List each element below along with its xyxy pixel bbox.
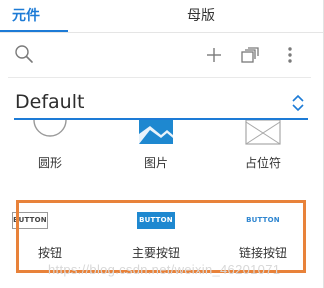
widget-label: 圆形 [37, 156, 62, 170]
search-icon[interactable] [14, 44, 36, 66]
circle-icon [0, 120, 100, 152]
widget-label: 图片 [143, 156, 168, 170]
widget-label: 占位符 [244, 156, 281, 170]
widget-circle[interactable]: 圆形 [0, 120, 100, 176]
panel-tabs: 元件 母版 [0, 0, 323, 33]
pages-icon[interactable] [239, 44, 261, 66]
library-select[interactable]: Default [14, 86, 308, 120]
chevron-up-down-icon [291, 93, 305, 113]
tab-elements[interactable]: 元件 [12, 7, 40, 25]
library-selected-value: Default [15, 91, 85, 113]
widget-placeholder[interactable]: 占位符 [213, 120, 313, 176]
toolbar-divider [8, 77, 311, 78]
widget-library-panel: 元件 母版 Default 圆形 图片 占位符 BUTTON BUTTON BU… [0, 0, 324, 288]
image-icon [106, 120, 206, 152]
placeholder-icon [213, 120, 313, 152]
watermark: https://blog.csdn.net/weixin_46201071 [48, 262, 281, 277]
library-toolbar [0, 33, 323, 77]
add-icon[interactable] [203, 44, 225, 66]
widget-image[interactable]: 图片 [106, 120, 206, 176]
tab-masters[interactable]: 母版 [187, 7, 215, 25]
more-vertical-icon[interactable] [279, 44, 301, 66]
